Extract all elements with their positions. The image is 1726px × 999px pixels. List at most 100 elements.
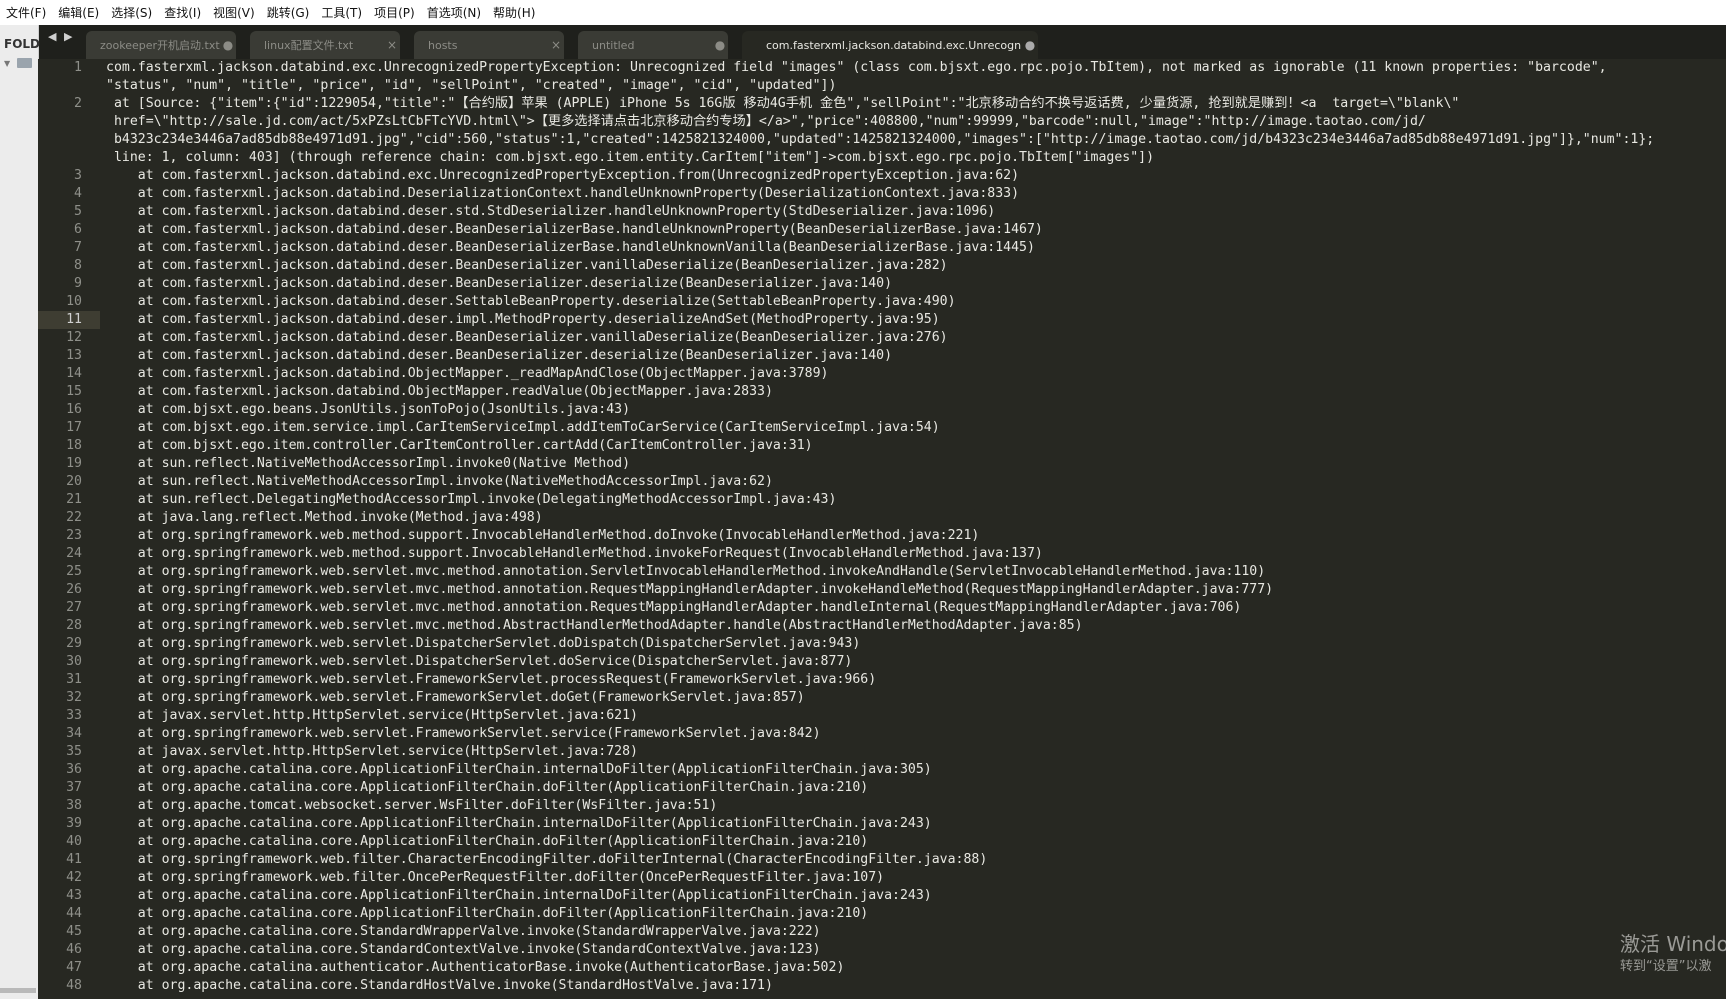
code-line: 24 at org.springframework.web.method.sup… <box>38 545 1726 563</box>
line-text[interactable]: at org.apache.catalina.core.StandardCont… <box>106 941 821 959</box>
editor-text[interactable]: 1 com.fasterxml.jackson.databind.exc.Unre… <box>38 59 1726 995</box>
line-text[interactable]: at javax.servlet.http.HttpServlet.servic… <box>106 743 638 761</box>
line-text[interactable]: at org.springframework.web.servlet.Dispa… <box>106 653 853 671</box>
tab-modified-dot-icon[interactable]: ● <box>712 38 728 52</box>
line-text[interactable]: com.fasterxml.jackson.databind.exc.Unrec… <box>106 59 1716 95</box>
line-text[interactable]: at com.fasterxml.jackson.databind.deser.… <box>106 329 948 347</box>
tab-4[interactable]: com.fasterxml.jackson.databind.exc.Unrec… <box>742 31 1038 59</box>
tab-modified-dot-icon[interactable]: ● <box>220 38 236 52</box>
tab-back-icon[interactable]: ◀ <box>48 30 58 43</box>
menu-selection[interactable]: 选择(S) <box>105 4 158 21</box>
line-text[interactable]: at com.fasterxml.jackson.databind.Object… <box>106 383 773 401</box>
code-line: 41 at org.springframework.web.filter.Cha… <box>38 851 1726 869</box>
line-text[interactable]: at org.springframework.web.servlet.mvc.m… <box>106 581 1273 599</box>
line-text[interactable]: at java.lang.reflect.Method.invoke(Metho… <box>106 509 543 527</box>
code-line: 40 at org.apache.catalina.core.Applicati… <box>38 833 1726 851</box>
line-text[interactable]: at com.fasterxml.jackson.databind.deser.… <box>106 239 1035 257</box>
line-text[interactable]: at com.fasterxml.jackson.databind.deser.… <box>106 257 948 275</box>
menu-project[interactable]: 项目(P) <box>368 4 421 21</box>
tab-modified-dot-icon[interactable]: ● <box>1022 38 1038 52</box>
line-text[interactable]: at sun.reflect.NativeMethodAccessorImpl.… <box>106 455 630 473</box>
menu-view[interactable]: 视图(V) <box>207 4 261 21</box>
line-number: 37 <box>66 780 82 795</box>
line-text[interactable]: at [Source: {"item":{"id":1229054,"title… <box>106 95 1716 167</box>
line-text[interactable]: at org.springframework.web.filter.OncePe… <box>106 869 884 887</box>
line-number: 21 <box>66 492 82 507</box>
line-text[interactable]: at org.apache.catalina.core.StandardHost… <box>106 977 773 995</box>
line-text[interactable]: at com.fasterxml.jackson.databind.Object… <box>106 365 829 383</box>
tab-1[interactable]: linux配置文件.txt × <box>250 31 400 59</box>
menu-preferences[interactable]: 首选项(N) <box>421 4 487 21</box>
line-text[interactable]: at org.springframework.web.method.suppor… <box>106 545 1043 563</box>
line-number: 5 <box>74 204 82 219</box>
line-number: 43 <box>66 888 82 903</box>
line-text[interactable]: at org.springframework.web.servlet.mvc.m… <box>106 563 1265 581</box>
line-text[interactable]: at org.apache.catalina.core.ApplicationF… <box>106 761 932 779</box>
code-line: 10 at com.fasterxml.jackson.databind.des… <box>38 293 1726 311</box>
line-text[interactable]: at sun.reflect.DelegatingMethodAccessorI… <box>106 491 837 509</box>
line-text[interactable]: at com.fasterxml.jackson.databind.deser.… <box>106 275 892 293</box>
line-text[interactable]: at org.springframework.web.servlet.Frame… <box>106 671 876 689</box>
line-text[interactable]: at com.fasterxml.jackson.databind.deser.… <box>106 221 1043 239</box>
tab-forward-icon[interactable]: ▶ <box>64 30 74 43</box>
code-line: 42 at org.springframework.web.filter.Onc… <box>38 869 1726 887</box>
line-text[interactable]: at org.apache.catalina.core.StandardWrap… <box>106 923 821 941</box>
tab-2[interactable]: hosts × <box>414 31 564 59</box>
menu-help[interactable]: 帮助(H) <box>487 4 541 21</box>
code-line: 8 at com.fasterxml.jackson.databind.dese… <box>38 257 1726 275</box>
code-line: 46 at org.apache.catalina.core.StandardC… <box>38 941 1726 959</box>
line-text[interactable]: at com.fasterxml.jackson.databind.deser.… <box>106 293 956 311</box>
line-text[interactable]: at com.fasterxml.jackson.databind.exc.Un… <box>106 167 1019 185</box>
line-text[interactable]: at javax.servlet.http.HttpServlet.servic… <box>106 707 638 725</box>
line-text[interactable]: at org.apache.catalina.core.ApplicationF… <box>106 815 932 833</box>
code-line: 21 at sun.reflect.DelegatingMethodAccess… <box>38 491 1726 509</box>
line-number: 40 <box>66 834 82 849</box>
line-text[interactable]: at org.springframework.web.filter.Charac… <box>106 851 988 869</box>
code-line: 48 at org.apache.catalina.core.StandardH… <box>38 977 1726 995</box>
tab-close-icon[interactable]: × <box>548 38 564 52</box>
line-text[interactable]: at org.apache.catalina.core.ApplicationF… <box>106 905 868 923</box>
line-text[interactable]: at org.apache.catalina.authenticator.Aut… <box>106 959 845 977</box>
line-number: 19 <box>66 456 82 471</box>
code-line: 22 at java.lang.reflect.Method.invoke(Me… <box>38 509 1726 527</box>
line-number: 45 <box>66 924 82 939</box>
line-text[interactable]: at com.bjsxt.ego.item.service.impl.CarIt… <box>106 419 940 437</box>
sidebar-scrollbar[interactable] <box>0 988 36 993</box>
line-text[interactable]: at org.apache.catalina.core.ApplicationF… <box>106 779 868 797</box>
line-text[interactable]: at com.bjsxt.ego.beans.JsonUtils.jsonToP… <box>106 401 630 419</box>
tab-nav: ◀ ▶ <box>48 30 74 43</box>
line-text[interactable]: at org.apache.catalina.core.ApplicationF… <box>106 833 868 851</box>
line-text[interactable]: at org.apache.catalina.core.ApplicationF… <box>106 887 932 905</box>
tab-0[interactable]: zookeeper开机启动.txt ● <box>86 31 236 59</box>
menu-goto[interactable]: 跳转(G) <box>261 4 316 21</box>
line-text[interactable]: at org.apache.tomcat.websocket.server.Ws… <box>106 797 718 815</box>
line-text[interactable]: at com.fasterxml.jackson.databind.deser.… <box>106 347 892 365</box>
line-text[interactable]: at org.springframework.web.servlet.Frame… <box>106 725 821 743</box>
line-text[interactable]: at com.fasterxml.jackson.databind.deser.… <box>106 203 995 221</box>
line-text[interactable]: at org.springframework.web.method.suppor… <box>106 527 980 545</box>
tab-close-icon[interactable]: × <box>384 38 400 52</box>
line-text[interactable]: at com.bjsxt.ego.item.controller.CarItem… <box>106 437 813 455</box>
line-number: 6 <box>74 222 82 237</box>
line-text[interactable]: at org.springframework.web.servlet.Dispa… <box>106 635 861 653</box>
menu-edit[interactable]: 编辑(E) <box>52 4 105 21</box>
line-number: 11 <box>66 312 82 327</box>
code-line: 16 at com.bjsxt.ego.beans.JsonUtils.json… <box>38 401 1726 419</box>
tab-3[interactable]: untitled ● <box>578 31 728 59</box>
menu-tools[interactable]: 工具(T) <box>315 4 368 21</box>
tab-label: linux配置文件.txt <box>264 39 354 52</box>
line-text[interactable]: at com.fasterxml.jackson.databind.Deseri… <box>106 185 1019 203</box>
line-number: 30 <box>66 654 82 669</box>
line-text[interactable]: at org.springframework.web.servlet.mvc.m… <box>106 599 1242 617</box>
line-text[interactable]: at sun.reflect.NativeMethodAccessorImpl.… <box>106 473 773 491</box>
folder-icon[interactable] <box>17 58 32 68</box>
line-text[interactable]: at org.springframework.web.servlet.Frame… <box>106 689 805 707</box>
code-line: 14 at com.fasterxml.jackson.databind.Obj… <box>38 365 1726 383</box>
line-text[interactable]: at org.springframework.web.servlet.mvc.m… <box>106 617 1083 635</box>
code-line: 13 at com.fasterxml.jackson.databind.des… <box>38 347 1726 365</box>
collapse-triangle-icon[interactable]: ▼ <box>4 59 10 68</box>
menu-find[interactable]: 查找(I) <box>158 4 207 21</box>
code-line: 1 com.fasterxml.jackson.databind.exc.Unre… <box>38 59 1726 95</box>
line-text[interactable]: at com.fasterxml.jackson.databind.deser.… <box>106 311 940 329</box>
menu-file[interactable]: 文件(F) <box>0 4 52 21</box>
